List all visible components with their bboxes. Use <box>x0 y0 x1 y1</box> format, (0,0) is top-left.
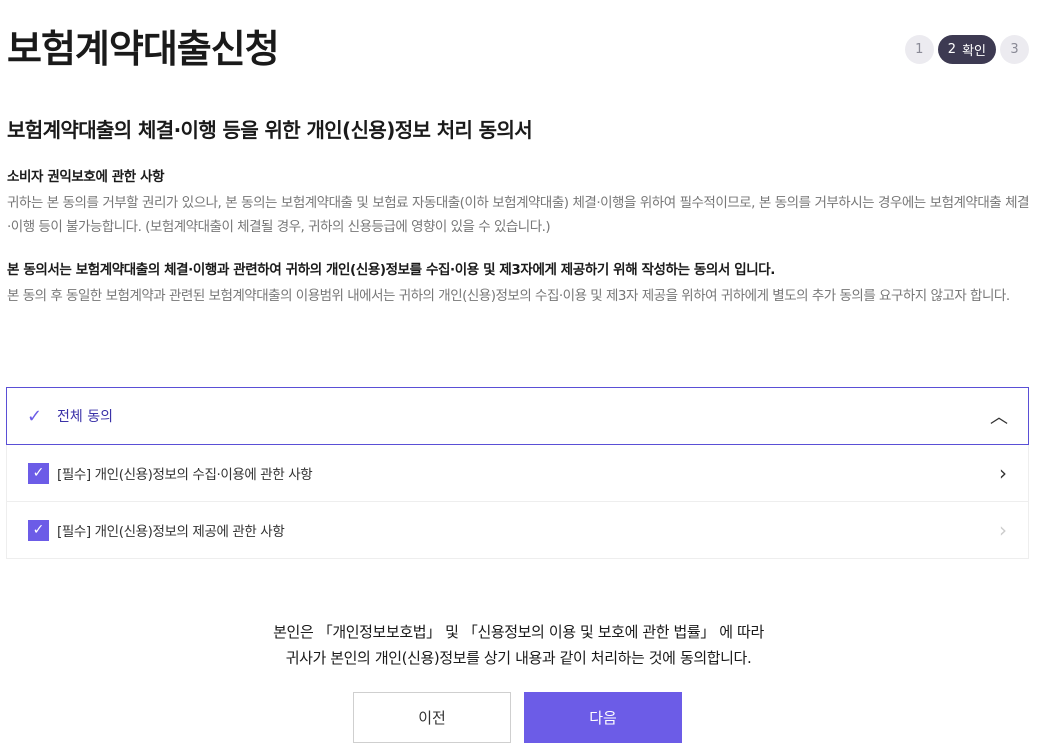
consent-item-label: [필수] 개인(신용)정보의 제공에 관한 사항 <box>57 524 285 540</box>
step-2-current: 2 확인 <box>937 35 996 64</box>
consent-title: 보험계약대출의 체결·이행 등을 위한 개인(신용)정보 처리 동의서 <box>7 118 533 142</box>
step-3: 3 <box>1000 35 1029 64</box>
chevron-up-icon[interactable]: ︿ <box>990 403 1008 429</box>
section-purpose-heading: 본 동의서는 보험계약대출의 체결·이행과 관련하여 귀하의 개인(신용)정보를… <box>7 262 776 278</box>
agreement-line-2: 귀사가 본인의 개인(신용)정보를 상기 내용과 같이 처리하는 것에 동의합니… <box>285 649 752 667</box>
section-consumer-rights-heading: 소비자 권익보호에 관한 사항 <box>7 169 165 185</box>
prev-button[interactable]: 이전 <box>353 692 511 743</box>
step-indicator: 1 2 확인 3 <box>904 35 1029 64</box>
chevron-right-icon[interactable]: › <box>999 518 1007 542</box>
consent-item-provision[interactable]: ✓ [필수] 개인(신용)정보의 제공에 관한 사항 › <box>6 502 1029 559</box>
agree-all-toggle[interactable]: ✓ 전체 동의 ︿ <box>6 387 1029 445</box>
section-purpose-body: 본 동의 후 동일한 보험계약과 관련된 보험계약대출의 이용범위 내에서는 귀… <box>7 288 1010 304</box>
page-title: 보험계약대출신청 <box>7 27 280 71</box>
chevron-right-icon[interactable]: › <box>999 461 1007 485</box>
agreement-statement: 본인은 「개인정보보호법」 및 「신용정보의 이용 및 보호에 관한 법률」 에… <box>0 619 1037 671</box>
checkbox-checked-icon[interactable]: ✓ <box>28 462 49 484</box>
step-1: 1 <box>904 35 934 64</box>
check-icon: ✓ <box>27 405 43 427</box>
consent-item-collection[interactable]: ✓ [필수] 개인(신용)정보의 수집·이용에 관한 사항 › <box>6 445 1029 502</box>
next-button[interactable]: 다음 <box>524 692 682 743</box>
checkbox-checked-icon[interactable]: ✓ <box>28 519 49 541</box>
step-2-label: 확인 <box>962 44 986 59</box>
step-2-number: 2 <box>947 42 957 57</box>
section-consumer-rights-body: 귀하는 본 동의를 거부할 권리가 있으나, 본 동의는 보험계약대출 및 보험… <box>7 195 1030 235</box>
consent-accordion: ✓ 전체 동의 ︿ ✓ [필수] 개인(신용)정보의 수집·이용에 관한 사항 … <box>6 387 1029 559</box>
agreement-line-1: 본인은 「개인정보보호법」 및 「신용정보의 이용 및 보호에 관한 법률」 에… <box>273 623 764 641</box>
agree-all-label: 전체 동의 <box>57 409 113 425</box>
consent-item-label: [필수] 개인(신용)정보의 수집·이용에 관한 사항 <box>57 467 313 483</box>
